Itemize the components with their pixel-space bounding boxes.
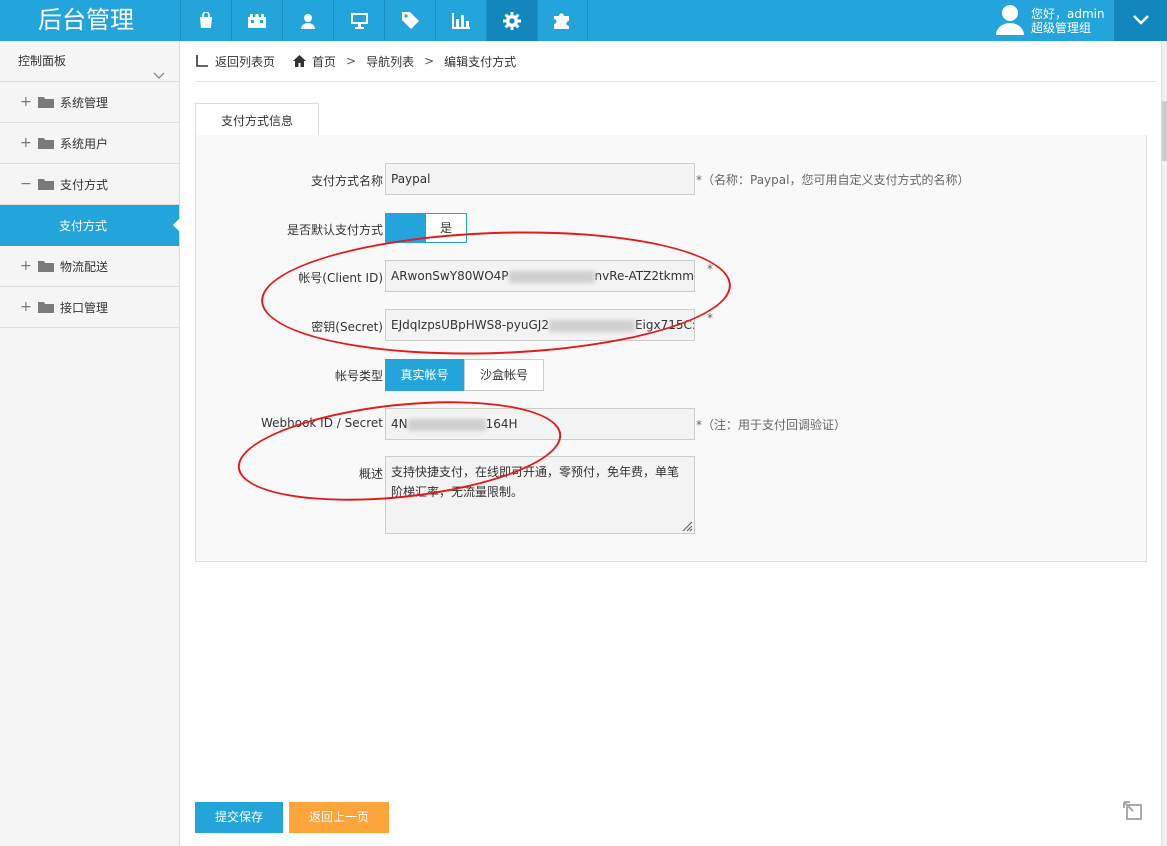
- secret-required-mark: *: [707, 311, 713, 325]
- sidebar-item-label: 接口管理: [60, 300, 109, 315]
- name-hint: *（名称：Paypal，您可用自定义支付方式的名称）: [696, 173, 970, 187]
- sidebar-item-system-management[interactable]: + 系统管理: [0, 82, 179, 123]
- user-icon[interactable]: [282, 0, 333, 41]
- sidebar-item-logistics[interactable]: + 物流配送: [0, 246, 179, 287]
- sidebar-subitem-label: 支付方式: [59, 219, 108, 233]
- default-label: 是否默认支付方式: [286, 223, 383, 237]
- client-id-required-mark: *: [707, 262, 713, 276]
- account-type-group: 真实帐号 沙盒帐号: [385, 359, 544, 391]
- return-arrow-icon: [196, 55, 208, 67]
- sidebar: 控制面板 + 系统管理 + 系统用户 − 支付方式 支付方式 + 物流配送 + …: [0, 41, 180, 846]
- top-nav: [180, 0, 588, 41]
- sandbox-account-button[interactable]: 沙盒帐号: [464, 359, 544, 391]
- bar-chart-icon[interactable]: [435, 0, 486, 41]
- client-id-value-start: ARwonSwY80WO4P: [391, 269, 509, 283]
- sidebar-subitem-payment-methods[interactable]: 支付方式: [0, 205, 180, 246]
- user-info[interactable]: 您好，admin 超级管理组: [995, 0, 1105, 41]
- sidebar-item-payment-methods[interactable]: − 支付方式: [0, 164, 179, 205]
- redaction-blur: [407, 418, 486, 431]
- folder-icon: [38, 301, 54, 313]
- go-back-button[interactable]: 返回上一页: [289, 802, 389, 833]
- sidebar-item-label: 系统用户: [60, 136, 109, 151]
- folder-icon: [38, 178, 54, 190]
- back-to-list-link[interactable]: 返回列表页: [196, 53, 275, 70]
- name-input[interactable]: Paypal: [385, 163, 695, 195]
- webhook-input[interactable]: 4N 164H: [385, 408, 695, 440]
- breadcrumb: 返回列表页 首页 > 导航列表 > 编辑支付方式: [196, 41, 1156, 82]
- toggle-text: 是: [439, 221, 452, 235]
- sidebar-item-api-management[interactable]: + 接口管理: [0, 287, 179, 328]
- webhook-hint: *（注：用于支付回调验证）: [696, 418, 847, 432]
- breadcrumb-current: 编辑支付方式: [444, 54, 517, 69]
- back-to-top-icon[interactable]: [1123, 801, 1145, 826]
- webhook-label: Webhook ID / Secret: [260, 416, 383, 430]
- puzzle-icon[interactable]: [537, 0, 588, 41]
- sidebar-item-label: 物流配送: [60, 259, 109, 274]
- grid-icon[interactable]: [231, 0, 282, 41]
- avatar-icon: [995, 3, 1025, 38]
- secret-value-end: Eigx715C:: [634, 318, 695, 332]
- account-type-label: 帐号类型: [334, 369, 383, 383]
- toggle-knob: [386, 214, 426, 242]
- client-id-label: 帐号(Client ID): [298, 271, 383, 285]
- summary-textarea[interactable]: 支持快捷支付，在线即可开通，零预付，免年费，单笔阶梯汇率，无流量限制。: [385, 456, 695, 534]
- resize-handle-icon[interactable]: [681, 520, 693, 532]
- active-indicator: [173, 218, 180, 232]
- client-id-input[interactable]: ARwonSwY80WO4P nvRe-ATZ2tkmmT: [385, 260, 695, 292]
- form-panel: 支付方式名称 Paypal *（名称：Paypal，您可用自定义支付方式的名称）…: [195, 135, 1147, 562]
- default-toggle[interactable]: 是: [385, 213, 467, 243]
- monitor-icon[interactable]: [333, 0, 384, 41]
- webhook-value-end: 164H: [485, 417, 518, 431]
- plus-icon: +: [20, 94, 32, 110]
- scrollbar-track[interactable]: [1161, 41, 1167, 846]
- gear-icon[interactable]: [486, 0, 537, 41]
- top-bar: 后台管理 您好，admin 超级管理组: [0, 0, 1167, 41]
- scrollbar-thumb[interactable]: [1162, 101, 1167, 161]
- breadcrumb-separator: >: [424, 54, 435, 68]
- tag-icon[interactable]: [384, 0, 435, 41]
- real-account-button[interactable]: 真实帐号: [385, 359, 464, 391]
- breadcrumb-separator: >: [346, 54, 357, 68]
- brand-title: 后台管理: [38, 6, 134, 34]
- sidebar-header-label: 控制面板: [18, 54, 67, 68]
- folder-icon: [38, 260, 54, 272]
- folder-icon: [38, 137, 54, 149]
- back-to-list-label: 返回列表页: [215, 54, 276, 69]
- plus-icon: +: [20, 258, 32, 274]
- user-dropdown-button[interactable]: [1114, 0, 1167, 41]
- sidebar-item-label: 系统管理: [60, 95, 109, 110]
- save-button[interactable]: 提交保存: [195, 802, 283, 833]
- secret-label: 密钥(Secret): [311, 320, 383, 334]
- webhook-value-start: 4N: [391, 417, 408, 431]
- home-link[interactable]: 首页: [293, 53, 336, 70]
- chevron-down-icon: [1132, 14, 1149, 28]
- home-label: 首页: [312, 54, 337, 69]
- user-greeting: 您好，admin: [1031, 6, 1105, 21]
- folder-icon: [38, 96, 54, 108]
- sidebar-header[interactable]: 控制面板: [0, 41, 179, 82]
- client-id-value-end: nvRe-ATZ2tkmmT: [594, 269, 695, 283]
- plus-icon: +: [20, 299, 32, 315]
- sidebar-item-system-users[interactable]: + 系统用户: [0, 123, 179, 164]
- home-icon: [293, 55, 307, 67]
- name-label: 支付方式名称: [310, 174, 383, 188]
- redaction-blur: [548, 319, 635, 332]
- tab-payment-info[interactable]: 支付方式信息: [195, 103, 319, 137]
- summary-label: 概述: [358, 467, 383, 481]
- tab-bar: 支付方式信息: [195, 103, 1147, 137]
- user-role: 超级管理组: [1031, 20, 1092, 35]
- secret-input[interactable]: EJdqIzpsUBpHWS8-pyuGJ2 Eigx715C:: [385, 309, 695, 341]
- summary-text: 支持快捷支付，在线即可开通，零预付，免年费，单笔阶梯汇率，无流量限制。: [391, 465, 680, 499]
- sidebar-item-label: 支付方式: [60, 177, 109, 192]
- secret-value-start: EJdqIzpsUBpHWS8-pyuGJ2: [391, 318, 549, 332]
- main-content: 返回列表页 首页 > 导航列表 > 编辑支付方式 支付方式信息 支付方式名称 P…: [181, 41, 1167, 846]
- shopping-bag-icon[interactable]: [180, 0, 231, 41]
- redaction-blur: [508, 270, 595, 283]
- plus-icon: +: [20, 135, 32, 151]
- nav-list-link[interactable]: 导航列表: [366, 53, 414, 70]
- minus-icon: −: [20, 176, 32, 192]
